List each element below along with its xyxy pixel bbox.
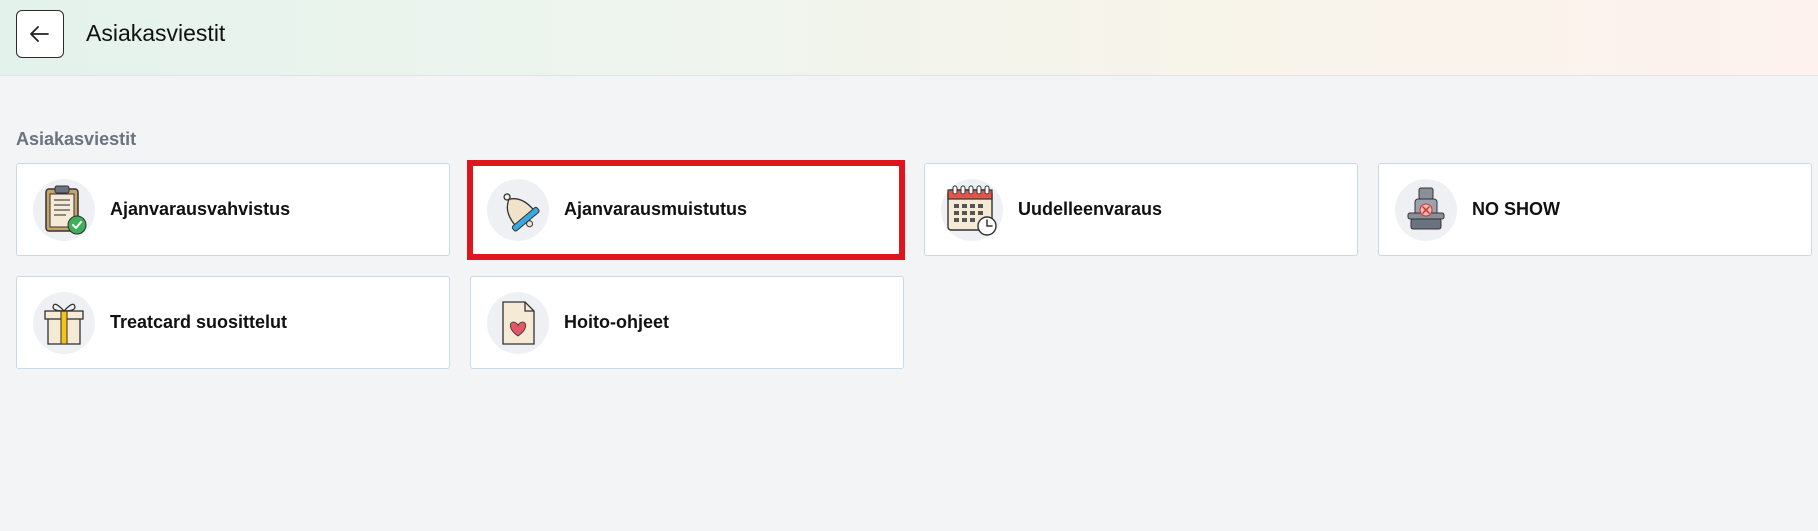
card-label: Ajanvarausmuistutus <box>564 199 748 219</box>
card-ajanvarausmuistutus[interactable]: Ajanvarausmuistutus <box>470 163 904 256</box>
page-title: Asiakasviestit <box>86 20 226 46</box>
card-label: Ajanvarausvahvistus <box>110 199 291 219</box>
card-hoito-ohjeet[interactable]: Hoito-ohjeet <box>470 276 904 369</box>
top-bar: Asiakasviestit <box>0 0 1818 76</box>
card-uudelleenvaraus[interactable]: Uudelleenvaraus <box>924 163 1358 256</box>
clipboard-check-icon <box>33 179 95 241</box>
back-button[interactable] <box>16 10 64 58</box>
card-ajanvarausvahvistus[interactable]: Ajanvarausvahvistus <box>16 163 450 256</box>
card-no-show[interactable]: NO SHOW <box>1378 163 1812 256</box>
arrow-left-icon <box>30 26 49 42</box>
calendar-clock-icon <box>941 179 1003 241</box>
gift-box-icon <box>33 292 95 354</box>
document-heart-icon <box>487 292 549 354</box>
card-treatcard-suosittelut[interactable]: Treatcard suosittelut <box>16 276 450 369</box>
card-label: Hoito-ohjeet <box>564 312 669 332</box>
card-label: Uudelleenvaraus <box>1018 199 1163 219</box>
section-heading: Asiakasviestit <box>16 129 137 149</box>
empty-chair-icon <box>1395 179 1457 241</box>
card-label: NO SHOW <box>1472 199 1560 219</box>
bell-icon <box>487 179 549 241</box>
card-label: Treatcard suosittelut <box>110 312 288 332</box>
